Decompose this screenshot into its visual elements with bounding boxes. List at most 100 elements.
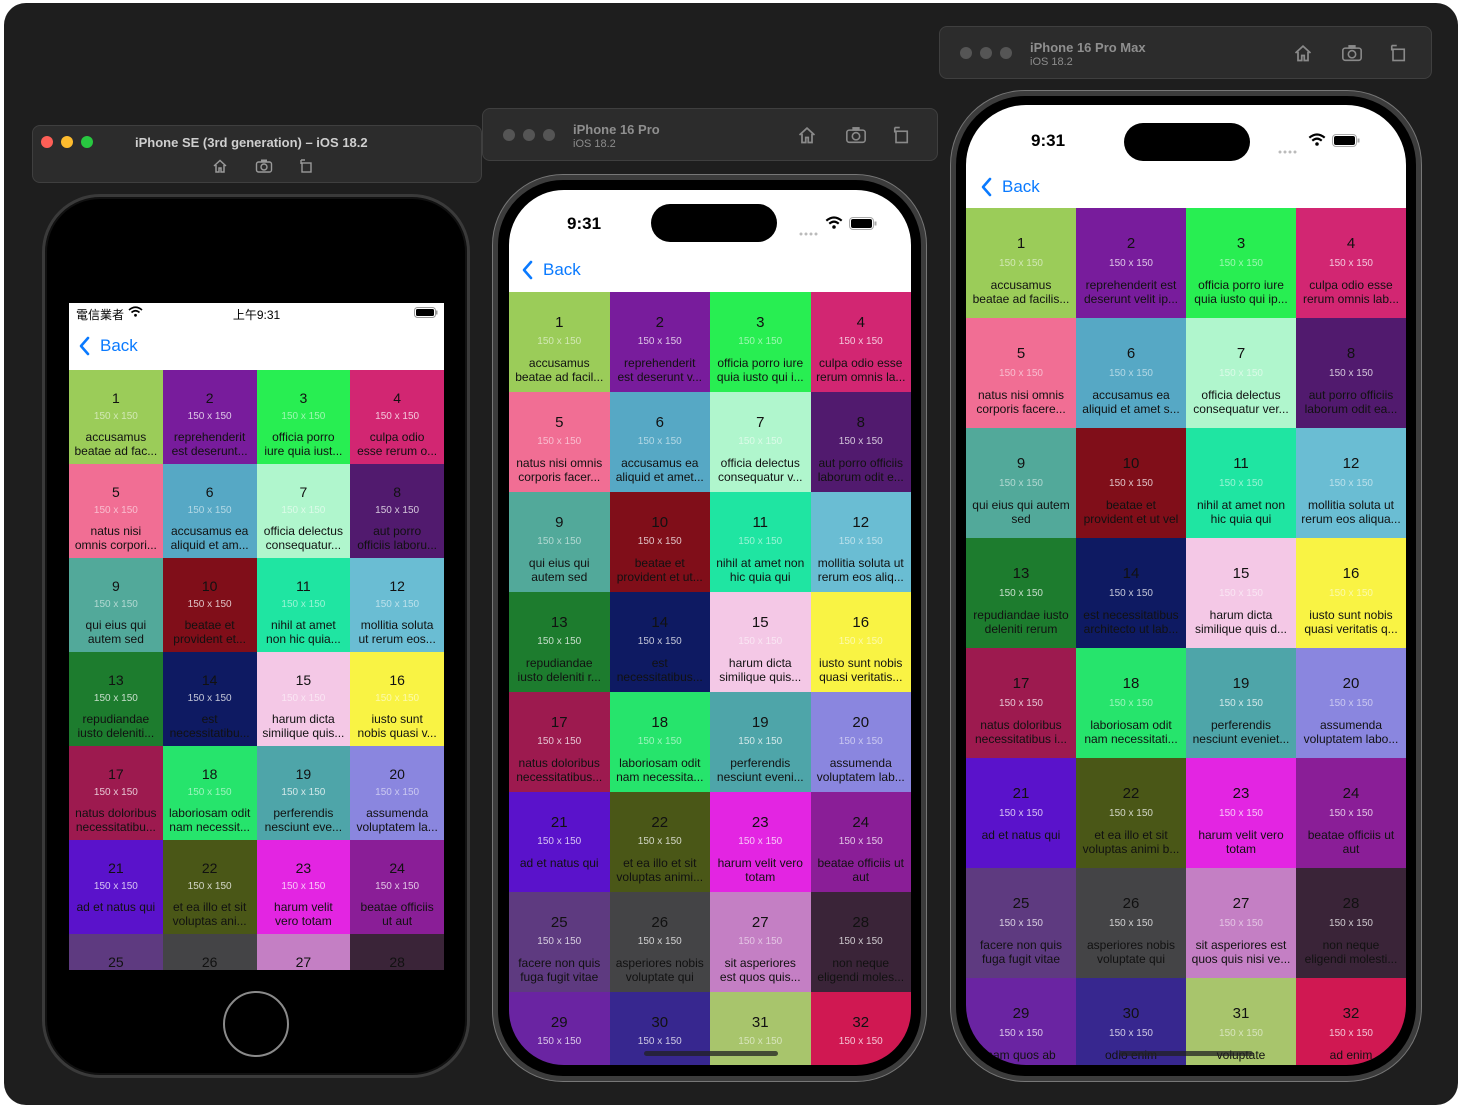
photo-cell[interactable]: 10 150 x 150 beatae et provident et ut... xyxy=(609,492,710,592)
photo-cell[interactable]: 5 150 x 150 natus nisi omnis corpori... xyxy=(69,464,163,558)
photo-cell[interactable]: 12 150 x 150 mollitia soluta ut rerum eos..… xyxy=(350,558,444,652)
zoom-window-button[interactable] xyxy=(81,136,93,148)
photo-cell[interactable]: 13 150 x 150 repudiandae iusto deleniti rer… xyxy=(966,538,1076,648)
zoom-window-button[interactable] xyxy=(543,129,555,141)
photo-cell[interactable]: 25 150 x 150 facere non quis fuga fugit vit… xyxy=(509,892,610,992)
photo-cell[interactable]: 18 150 x 150 laboriosam odit nam necessitat… xyxy=(1076,648,1186,758)
photo-cell[interactable]: 17 150 x 150 natus doloribus necessitatibu.… xyxy=(69,746,163,840)
home-icon[interactable] xyxy=(797,125,817,145)
photo-cell[interactable]: 14 150 x 150 est necessitatibus... xyxy=(609,592,710,692)
photo-cell[interactable]: 6 150 x 150 accusamus ea aliquid et amet... xyxy=(609,392,710,492)
rotate-icon[interactable] xyxy=(1388,43,1408,63)
photo-cell[interactable]: 9 150 x 150 qui eius qui autem sed xyxy=(69,558,163,652)
photo-cell[interactable]: 23 150 x 150 harum velit vero totam xyxy=(256,840,351,934)
close-window-button[interactable] xyxy=(503,129,515,141)
photo-cell[interactable]: 22 150 x 150 et ea illo et sit voluptas ani… xyxy=(609,792,710,892)
photo-cell[interactable]: 2 150 x 150 reprehenderit est deserunt veli… xyxy=(1076,208,1186,318)
photo-cell[interactable]: 4 150 x 150 culpa odio esse rerum omnis la.… xyxy=(810,292,911,392)
photo-cell[interactable]: 19 150 x 150 perferendis nesciunt eveniet..… xyxy=(1186,648,1296,758)
photo-cell[interactable]: 13 150 x 150 repudiandae iusto deleniti... xyxy=(69,652,163,746)
minimize-window-button[interactable] xyxy=(523,129,535,141)
photo-cell[interactable]: 2 150 x 150 reprehenderit est deserunt... xyxy=(162,370,257,464)
photo-cell[interactable]: 23 150 x 150 harum velit vero totam xyxy=(1186,758,1296,868)
photo-cell[interactable]: 15 150 x 150 harum dicta similique quis... xyxy=(710,592,811,692)
photo-cell[interactable]: 11 150 x 150 nihil at amet non hic quia... xyxy=(256,558,351,652)
photo-cell[interactable]: 1 150 x 150 accusamus beatae ad facil... xyxy=(509,292,610,392)
photo-cell[interactable]: 21 150 x 150 ad et natus qui xyxy=(509,792,610,892)
back-button[interactable]: Back xyxy=(78,336,138,356)
photo-cell[interactable]: 13 150 x 150 repudiandae iusto deleniti r..… xyxy=(509,592,610,692)
photo-cell[interactable]: 3 150 x 150 officia porro iure quia iust... xyxy=(256,370,351,464)
minimize-window-button[interactable] xyxy=(980,47,992,59)
photo-cell[interactable]: 15 150 x 150 harum dicta similique quis... xyxy=(256,652,351,746)
photo-cell[interactable]: 27 150 x 150 sit asperiores est quos quis n… xyxy=(1186,868,1296,978)
photo-cell[interactable]: 16 150 x 150 iusto sunt nobis quasi veritat… xyxy=(810,592,911,692)
photo-cell[interactable]: 11 150 x 150 nihil at amet non hic quia qui xyxy=(1186,428,1296,538)
photo-cell[interactable]: 17 150 x 150 natus doloribus necessitatibus… xyxy=(966,648,1076,758)
photo-cell[interactable]: 10 150 x 150 beatae et provident et ut vel xyxy=(1076,428,1186,538)
photo-cell[interactable]: 16 150 x 150 iusto sunt nobis quasi v... xyxy=(350,652,444,746)
home-indicator[interactable] xyxy=(644,1051,778,1056)
screenshot-icon[interactable] xyxy=(255,158,273,174)
photo-cell[interactable]: 17 150 x 150 natus doloribus necessitatibus… xyxy=(509,692,610,792)
photo-cell[interactable]: 8 150 x 150 aut porro officiis laborum odit… xyxy=(1296,318,1406,428)
screenshot-icon[interactable] xyxy=(1341,43,1363,63)
photo-cell[interactable]: 7 150 x 150 officia delectus consequatur v.… xyxy=(710,392,811,492)
home-icon[interactable] xyxy=(212,158,228,174)
photo-cell[interactable]: 6 150 x 150 accusamus ea aliquid et amet s.… xyxy=(1076,318,1186,428)
photo-cell[interactable]: 20 150 x 150 assumenda voluptatem labo... xyxy=(1296,648,1406,758)
photo-cell[interactable]: 2 150 x 150 reprehenderit est deserunt v... xyxy=(609,292,710,392)
photo-cell[interactable]: 14 150 x 150 est necessitatibu... xyxy=(162,652,257,746)
photo-cell[interactable]: 7 150 x 150 officia delectus consequatur ve… xyxy=(1186,318,1296,428)
close-window-button[interactable] xyxy=(41,136,53,148)
photo-cell[interactable]: 7 150 x 150 officia delectus consequatur... xyxy=(256,464,351,558)
photo-cell[interactable]: 22 150 x 150 et ea illo et sit voluptas ani… xyxy=(162,840,257,934)
photo-cell[interactable]: 19 150 x 150 perferendis nesciunt eve... xyxy=(256,746,351,840)
photo-cell[interactable]: 4 150 x 150 culpa odio esse rerum omnis lab… xyxy=(1296,208,1406,318)
photo-cell[interactable]: 28 150 x 150 non neque eligendi moles... xyxy=(810,892,911,992)
photo-cell[interactable]: 15 150 x 150 harum dicta similique quis d..… xyxy=(1186,538,1296,648)
photo-cell[interactable]: 6 150 x 150 accusamus ea aliquid et am... xyxy=(162,464,257,558)
photo-cell[interactable]: 22 150 x 150 et ea illo et sit voluptas ani… xyxy=(1076,758,1186,868)
photo-cell[interactable]: 11 150 x 150 nihil at amet non hic quia qui xyxy=(710,492,811,592)
photo-cell[interactable]: 3 150 x 150 officia porro iure quia iusto q… xyxy=(1186,208,1296,318)
photo-cell[interactable]: 4 150 x 150 culpa odio esse rerum o... xyxy=(350,370,444,464)
photo-cell[interactable]: 10 150 x 150 beatae et provident et... xyxy=(162,558,257,652)
zoom-window-button[interactable] xyxy=(1000,47,1012,59)
back-button[interactable]: Back xyxy=(521,260,581,280)
photo-cell[interactable]: 24 150 x 150 beatae officiis ut aut xyxy=(810,792,911,892)
photo-cell[interactable]: 26150 x 150 xyxy=(162,934,257,970)
photo-cell[interactable]: 3 150 x 150 officia porro iure quia iusto q… xyxy=(710,292,811,392)
photo-cell[interactable]: 26 150 x 150 asperiores nobis voluptate qui xyxy=(609,892,710,992)
photo-cell[interactable]: 16 150 x 150 iusto sunt nobis quasi veritat… xyxy=(1296,538,1406,648)
photo-cell[interactable]: 19 150 x 150 perferendis nesciunt eveni... xyxy=(710,692,811,792)
photo-cell[interactable]: 29 150 x 150 nam quos ab xyxy=(966,978,1076,1065)
photo-cell[interactable]: 32 150 x 150 xyxy=(810,992,911,1065)
photo-cell[interactable]: 14 150 x 150 est necessitatibus architecto … xyxy=(1076,538,1186,648)
photo-cell[interactable]: 21 150 x 150 ad et natus qui xyxy=(69,840,163,934)
photo-cell[interactable]: 28150 x 150 xyxy=(350,934,444,970)
home-icon[interactable] xyxy=(1293,43,1313,63)
photo-cell[interactable]: 23 150 x 150 harum velit vero totam xyxy=(710,792,811,892)
photo-cell[interactable]: 25 150 x 150 facere non quis fuga fugit vit… xyxy=(966,868,1076,978)
photo-cell[interactable]: 27 150 x 150 sit asperiores est quos quis..… xyxy=(710,892,811,992)
rotate-icon[interactable] xyxy=(891,125,911,145)
photo-cell[interactable]: 24 150 x 150 beatae officiis ut aut xyxy=(1296,758,1406,868)
photo-cell[interactable]: 27150 x 150 xyxy=(256,934,351,970)
photo-cell[interactable]: 12 150 x 150 mollitia soluta ut rerum eos a… xyxy=(1296,428,1406,538)
photo-cell[interactable]: 21 150 x 150 ad et natus qui xyxy=(966,758,1076,868)
home-indicator[interactable] xyxy=(1119,1051,1253,1056)
photo-cell[interactable]: 5 150 x 150 natus nisi omnis corporis facer… xyxy=(966,318,1076,428)
rotate-icon[interactable] xyxy=(298,158,314,174)
photo-cell[interactable]: 20 150 x 150 assumenda voluptatem la... xyxy=(350,746,444,840)
photo-cell[interactable]: 1 150 x 150 accusamus beatae ad fac... xyxy=(69,370,163,464)
back-button[interactable]: Back xyxy=(980,177,1040,197)
photo-cell[interactable]: 18 150 x 150 laboriosam odit nam necessita.… xyxy=(609,692,710,792)
photo-cell[interactable]: 8 150 x 150 aut porro officiis laboru... xyxy=(350,464,444,558)
home-button[interactable] xyxy=(223,991,289,1057)
photo-cell[interactable]: 25150 x 150 xyxy=(69,934,163,970)
photo-cell[interactable]: 8 150 x 150 aut porro officiis laborum odit… xyxy=(810,392,911,492)
photo-cell[interactable]: 1 150 x 150 accusamus beatae ad facilis... xyxy=(966,208,1076,318)
photo-cell[interactable]: 12 150 x 150 mollitia soluta ut rerum eos a… xyxy=(810,492,911,592)
photo-cell[interactable]: 9 150 x 150 qui eius qui autem sed xyxy=(966,428,1076,538)
